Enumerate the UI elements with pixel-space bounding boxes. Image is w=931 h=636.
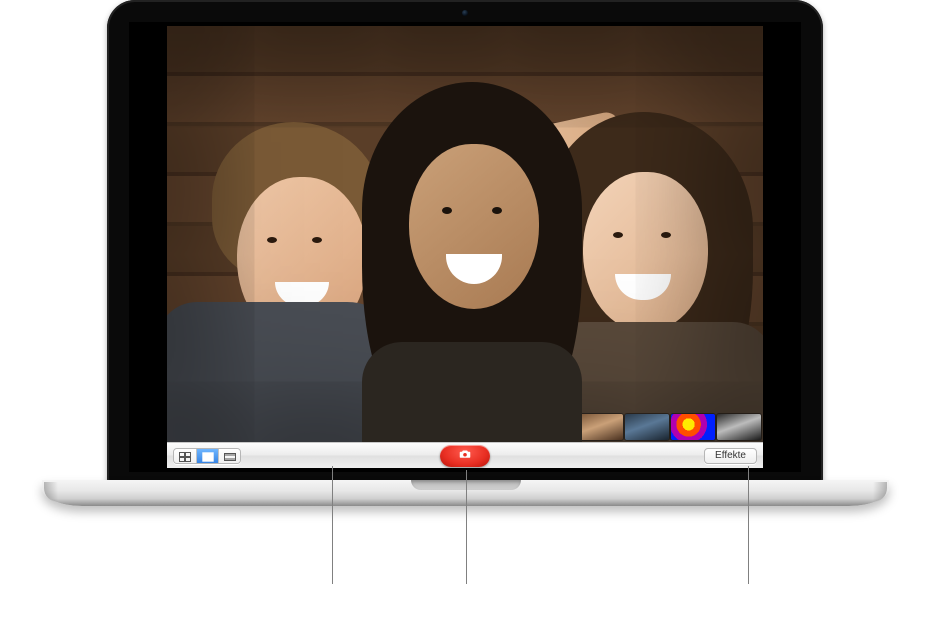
toolbar: Effekte <box>167 442 763 468</box>
callout-line-right <box>748 466 749 584</box>
camera-viewport <box>167 26 763 442</box>
filmstrip-icon <box>224 452 236 462</box>
view-mode-segment <box>173 448 241 464</box>
view-single-button[interactable] <box>196 449 218 464</box>
single-icon <box>202 452 214 462</box>
person-center <box>342 82 602 442</box>
callout-line-center <box>466 470 467 584</box>
photo-booth-window: Effekte <box>167 26 763 468</box>
live-photo-scene <box>167 26 763 442</box>
effects-label: Effekte <box>715 450 746 461</box>
laptop-screen: Effekte <box>129 22 801 472</box>
view-grid-button[interactable] <box>174 449 196 464</box>
shutter-button[interactable] <box>440 445 490 467</box>
webcam-dot <box>462 10 468 16</box>
grid-icon <box>179 452 191 462</box>
laptop-lid: Effekte <box>107 0 823 486</box>
view-filmstrip-button[interactable] <box>218 449 240 464</box>
thumbnail-5[interactable] <box>717 414 761 440</box>
thumbnail-3[interactable] <box>625 414 669 440</box>
thumbnail-4[interactable] <box>671 414 715 440</box>
effects-button[interactable]: Effekte <box>704 448 757 464</box>
callout-line-left <box>332 466 333 584</box>
camera-icon <box>459 448 471 463</box>
